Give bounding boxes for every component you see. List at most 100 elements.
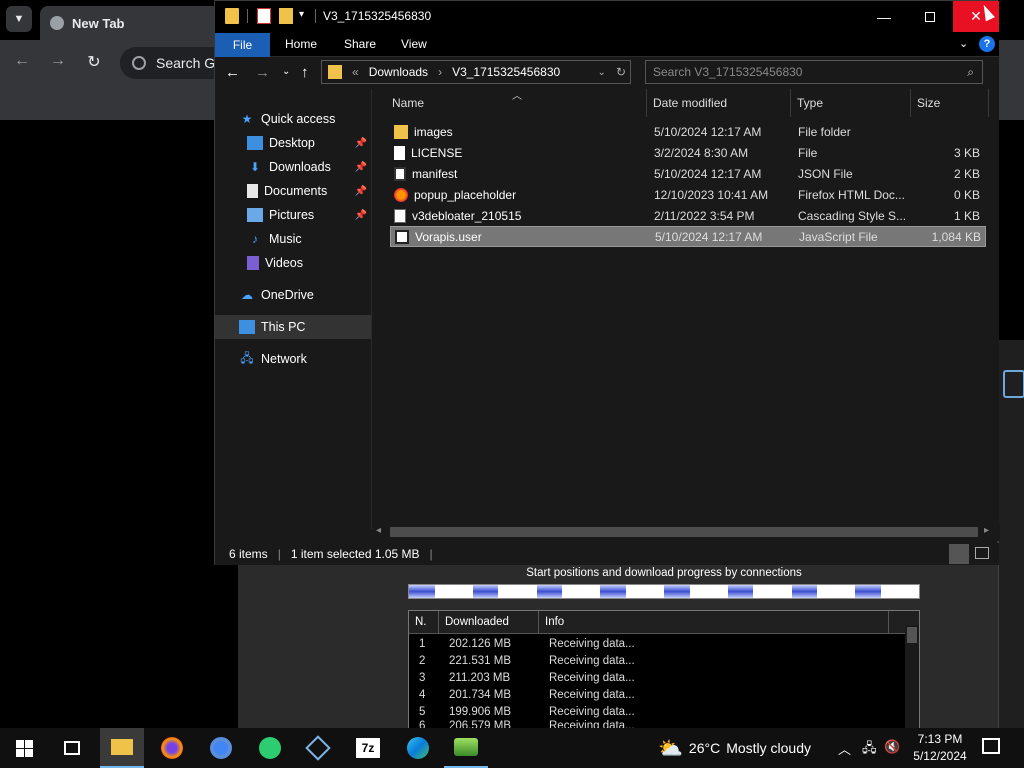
file-date: 3/2/2024 8:30 AM	[654, 145, 749, 160]
nav-quick-access[interactable]: ★ Quick access	[215, 107, 371, 131]
taskbar-firefox[interactable]	[150, 728, 194, 768]
help-icon[interactable]: ?	[979, 36, 995, 52]
network-status-icon[interactable]: 🖧	[862, 739, 877, 761]
file-row-license[interactable]: LICENSE 3/2/2024 8:30 AM File 3 KB	[390, 142, 986, 163]
properties-icon[interactable]	[257, 8, 271, 24]
nav-downloads[interactable]: ⬇ Downloads 📌	[215, 155, 371, 179]
row-n: 2	[419, 654, 426, 667]
row-downloaded: 221.531 MB	[449, 654, 512, 667]
address-bar[interactable]: « Downloads › V3_1715325456830 ⌄ ↻	[321, 60, 631, 84]
clock-date: 5/12/2024	[913, 749, 967, 763]
col-size[interactable]: Size	[911, 89, 989, 117]
breadcrumb-downloads[interactable]: Downloads	[369, 65, 428, 79]
col-downloaded[interactable]: Downloaded	[439, 611, 539, 633]
progress-segment	[855, 585, 919, 598]
col-name[interactable]: Name	[372, 89, 647, 117]
scrollbar-thumb[interactable]	[390, 527, 978, 537]
taskbar-edge[interactable]	[396, 728, 440, 768]
file-row-popup-placeholder[interactable]: popup_placeholder 12/10/2023 10:41 AM Fi…	[390, 184, 986, 205]
file-row-v3debloater[interactable]: v3debloater_210515 2/11/2022 3:54 PM Cas…	[390, 205, 986, 226]
scroll-right-icon[interactable]: ▸	[984, 525, 989, 536]
breadcrumb-current[interactable]: V3_1715325456830	[452, 65, 560, 79]
tab-share[interactable]: Share	[344, 37, 376, 51]
taskbar-7zip[interactable]: 7z	[346, 728, 390, 768]
scrollbar-thumb[interactable]	[907, 627, 917, 643]
expand-ribbon-icon[interactable]: ⌄	[959, 37, 968, 50]
table-row: 3 211.203 MB Receiving data...	[409, 669, 905, 686]
recent-locations-icon[interactable]: ⌄	[282, 66, 290, 77]
chrome-tab-search-button[interactable]: ▼	[6, 6, 32, 32]
taskbar-app-green[interactable]	[248, 728, 292, 768]
maximize-button[interactable]	[907, 1, 953, 32]
row-info: Receiving data...	[549, 654, 635, 667]
col-info[interactable]: Info	[539, 611, 889, 633]
file-row-vorapis-user[interactable]: Vorapis.user 5/10/2024 12:17 AM JavaScri…	[390, 226, 986, 247]
title-bar[interactable]: ▾ V3_1715325456830 — ✕	[215, 1, 999, 33]
file-size: 2 KB	[953, 166, 980, 181]
chrome-tab-title: New Tab	[72, 15, 125, 31]
nav-documents[interactable]: Documents 📌	[215, 179, 371, 203]
navigation-pane: ★ Quick access Desktop 📌 ⬇ Downloads 📌 Docum…	[215, 89, 371, 529]
file-size: 0 KB	[953, 187, 980, 202]
status-bar: 6 items | 1 item selected 1.05 MB |	[215, 543, 999, 565]
customize-qat-icon[interactable]: ▾	[299, 9, 304, 20]
col-n[interactable]: N.	[409, 611, 439, 633]
taskbar-file-explorer[interactable]	[100, 728, 144, 768]
up-arrow-icon[interactable]: ↑	[301, 64, 309, 81]
nav-desktop[interactable]: Desktop 📌	[215, 131, 371, 155]
nav-videos[interactable]: Videos	[215, 251, 371, 275]
address-overflow[interactable]: «	[352, 65, 359, 79]
progress-segment	[600, 585, 664, 598]
weather-widget[interactable]: ⛅ 26°C Mostly cloudy	[658, 728, 811, 768]
file-name: v3debloater_210515	[412, 208, 522, 223]
file-row-manifest[interactable]: manifest 5/10/2024 12:17 AM JSON File 2 …	[390, 163, 986, 184]
chrome-tab-new-tab[interactable]: New Tab	[40, 6, 220, 40]
col-date-modified[interactable]: Date modified	[647, 89, 791, 117]
nav-music[interactable]: ♪ Music	[215, 227, 371, 251]
folder-icon	[111, 739, 133, 755]
back-arrow-icon[interactable]: ←	[225, 64, 240, 81]
taskbar-idm[interactable]	[444, 728, 488, 768]
row-n: 5	[419, 705, 426, 718]
column-headers: Name Date modified Type Size	[372, 89, 1000, 117]
file-row-images[interactable]: images 5/10/2024 12:17 AM File folder	[390, 121, 986, 142]
minimize-button[interactable]: —	[861, 1, 907, 32]
file-date: 12/10/2023 10:41 AM	[654, 187, 769, 202]
nav-network[interactable]: 🖧 Network	[215, 347, 371, 371]
forward-arrow-icon[interactable]: →	[46, 52, 70, 70]
tab-file[interactable]: File	[215, 33, 270, 57]
reload-icon[interactable]: ↻	[82, 52, 106, 72]
taskbar-virtualbox[interactable]	[296, 728, 340, 768]
forward-arrow-icon[interactable]: →	[255, 64, 270, 81]
system-clock[interactable]: 7:13 PM 5/12/2024	[908, 731, 972, 765]
refresh-icon[interactable]: ↻	[616, 65, 630, 79]
file-type: File	[798, 145, 818, 160]
taskbar-chrome[interactable]	[199, 728, 243, 768]
progress-segment	[791, 585, 856, 598]
new-folder-icon[interactable]	[279, 8, 293, 24]
start-button[interactable]	[2, 728, 46, 768]
notification-center-icon[interactable]	[982, 738, 1000, 754]
nav-label: Documents	[264, 184, 328, 198]
scroll-left-icon[interactable]: ◂	[376, 525, 381, 536]
volume-muted-icon[interactable]: 🔇	[884, 739, 900, 755]
task-view-button[interactable]	[50, 728, 94, 768]
horizontal-scrollbar[interactable]: ◂ ▸	[372, 523, 1000, 541]
details-view-icon[interactable]	[949, 544, 969, 564]
file-type: JavaScript File	[799, 229, 878, 244]
search-input[interactable]: Search V3_1715325456830 ⌕	[645, 60, 983, 84]
back-arrow-icon[interactable]: ←	[10, 52, 34, 70]
col-type[interactable]: Type	[791, 89, 911, 117]
tab-home[interactable]: Home	[285, 37, 317, 51]
nav-this-pc[interactable]: This PC	[215, 315, 371, 339]
tab-view[interactable]: View	[401, 37, 427, 51]
chrome-logo-icon	[50, 16, 64, 30]
show-hidden-icons-icon[interactable]: ︿	[838, 739, 851, 758]
address-dropdown-icon[interactable]: ⌄	[598, 67, 606, 78]
nav-onedrive[interactable]: ☁ OneDrive	[215, 283, 371, 307]
large-icons-view-icon[interactable]	[975, 547, 989, 559]
pin-icon: 📌	[354, 209, 367, 221]
nav-pictures[interactable]: Pictures 📌	[215, 203, 371, 227]
idm-vertical-scrollbar[interactable]	[905, 625, 919, 729]
chevron-right-icon[interactable]: ›	[438, 65, 442, 79]
